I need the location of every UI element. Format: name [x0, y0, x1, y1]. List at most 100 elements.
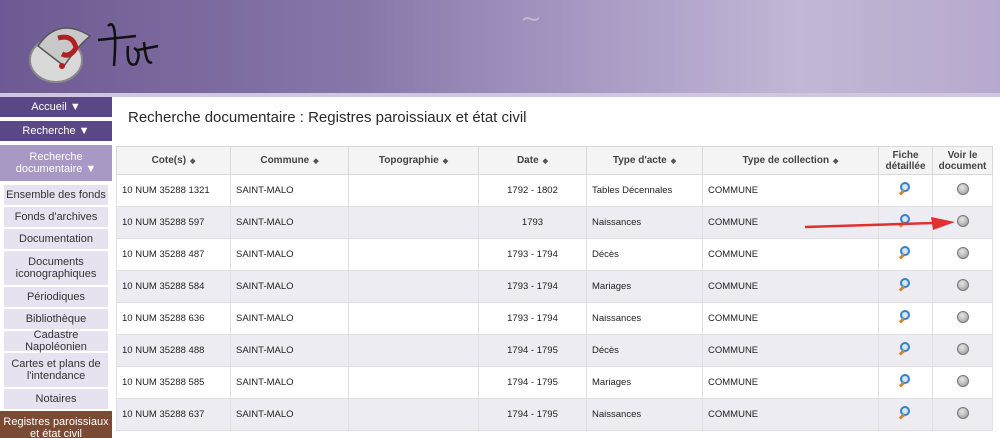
sidebar-item-cartes-plans[interactable]: Cartes et plans de l'intendance — [0, 353, 112, 389]
cell-cote: 10 NUM 35288 488 — [116, 334, 231, 367]
cell-fiche — [878, 366, 933, 399]
magnifier-icon[interactable] — [898, 374, 913, 388]
cell-type-acte: Mariages — [586, 366, 703, 399]
sidebar-item-periodiques[interactable]: Périodiques — [0, 287, 112, 309]
view-document-icon[interactable] — [956, 279, 969, 291]
magnifier-icon[interactable] — [898, 310, 913, 324]
cell-type-acte: Tables Décennales — [586, 174, 703, 207]
sort-icon[interactable]: ◆ — [833, 156, 838, 167]
cell-topographie — [348, 206, 479, 239]
annotation-arrow — [805, 217, 955, 230]
sidebar-item-notaires[interactable]: Notaires — [0, 389, 112, 411]
sidebar-item-documentation[interactable]: Documentation — [0, 229, 112, 251]
column-header-topographie[interactable]: Topographie ◆ — [348, 146, 479, 175]
column-header-type-collection[interactable]: Type de collection ◆ — [702, 146, 879, 175]
column-header-type-acte[interactable]: Type d'acte ◆ — [586, 146, 703, 175]
cell-topographie — [348, 174, 479, 207]
sidebar-item-registres-paroissiaux[interactable]: Registres paroissiaux et état civil — [0, 411, 112, 438]
cell-topographie — [348, 334, 479, 367]
cell-type-acte: Décès — [586, 238, 703, 271]
results-table: Cote(s) ◆ Commune ◆ Topographie ◆ Date ◆ Typ… — [116, 146, 993, 431]
cell-type-acte: Naissances — [586, 206, 703, 239]
cell-date: 1794 - 1795 — [478, 366, 587, 399]
sidebar-item-fonds-archives[interactable]: Fonds d'archives — [0, 207, 112, 229]
table-row: 10 NUM 35288 488 SAINT-MALO 1794 - 1795 Déc… — [116, 334, 993, 367]
sort-icon[interactable]: ◆ — [443, 156, 448, 167]
view-document-icon[interactable] — [956, 215, 969, 227]
column-header-date[interactable]: Date ◆ — [478, 146, 587, 175]
cell-fiche — [878, 398, 933, 431]
cell-date: 1794 - 1795 — [478, 398, 587, 431]
view-document-icon[interactable] — [956, 343, 969, 355]
cell-voir — [932, 174, 993, 207]
cell-cote: 10 NUM 35288 637 — [116, 398, 231, 431]
view-document-icon[interactable] — [956, 247, 969, 259]
cell-type-collection: COMMUNE — [702, 270, 879, 303]
cell-voir — [932, 398, 993, 431]
cell-type-acte: Naissances — [586, 302, 703, 335]
cell-fiche — [878, 302, 933, 335]
sort-icon[interactable]: ◆ — [543, 156, 548, 167]
sidebar-nav: Accueil ▼ Recherche ▼ Recherche document… — [0, 97, 112, 438]
cell-topographie — [348, 270, 479, 303]
column-header-fiche: Fiche détaillée — [878, 146, 933, 175]
cell-type-collection: COMMUNE — [702, 174, 879, 207]
cell-voir — [932, 238, 993, 271]
view-document-icon[interactable] — [956, 183, 969, 195]
magnifier-icon[interactable] — [898, 246, 913, 260]
cell-type-acte: Mariages — [586, 270, 703, 303]
cell-date: 1794 - 1795 — [478, 334, 587, 367]
sort-icon[interactable]: ◆ — [671, 156, 676, 167]
cell-type-collection: COMMUNE — [702, 302, 879, 335]
table-row: 10 NUM 35288 487 SAINT-MALO 1793 - 1794 Déc… — [116, 238, 993, 271]
cell-topographie — [348, 398, 479, 431]
cell-cote: 10 NUM 35288 487 — [116, 238, 231, 271]
cell-date: 1793 - 1794 — [478, 238, 587, 271]
thot-logo[interactable] — [18, 6, 188, 90]
column-header-voir: Voir le document — [932, 146, 993, 175]
cell-commune: SAINT-MALO — [230, 270, 349, 303]
sidebar-item-recherche[interactable]: Recherche ▼ — [0, 121, 112, 145]
sidebar-item-recherche-documentaire[interactable]: Recherche documentaire ▼ — [0, 145, 112, 185]
cell-type-collection: COMMUNE — [702, 334, 879, 367]
view-document-icon[interactable] — [956, 407, 969, 419]
cell-type-acte: Naissances — [586, 398, 703, 431]
sidebar-item-cadastre[interactable]: Cadastre Napoléonien — [0, 329, 112, 353]
magnifier-icon[interactable] — [898, 278, 913, 292]
cell-type-collection: COMMUNE — [702, 238, 879, 271]
magnifier-icon[interactable] — [898, 342, 913, 356]
sidebar-item-bibliotheque[interactable]: Bibliothèque — [0, 309, 112, 331]
results-table-container: Cote(s) ◆ Commune ◆ Topographie ◆ Date ◆ Typ… — [116, 146, 993, 431]
cell-cote: 10 NUM 35288 636 — [116, 302, 231, 335]
sort-icon[interactable]: ◆ — [313, 156, 318, 167]
sort-icon[interactable]: ◆ — [190, 156, 195, 167]
table-row: 10 NUM 35288 584 SAINT-MALO 1793 - 1794 Mar… — [116, 270, 993, 303]
cell-commune: SAINT-MALO — [230, 302, 349, 335]
cell-fiche — [878, 334, 933, 367]
sidebar-item-accueil[interactable]: Accueil ▼ — [0, 97, 112, 121]
cell-type-acte: Décès — [586, 334, 703, 367]
cell-voir — [932, 302, 993, 335]
cell-commune: SAINT-MALO — [230, 366, 349, 399]
header-banner: ~ — [0, 0, 1000, 96]
cell-type-collection: COMMUNE — [702, 398, 879, 431]
cell-topographie — [348, 366, 479, 399]
cell-cote: 10 NUM 35288 585 — [116, 366, 231, 399]
sidebar-item-ensemble-des-fonds[interactable]: Ensemble des fonds — [0, 185, 112, 207]
magnifier-icon[interactable] — [898, 406, 913, 420]
cell-fiche — [878, 174, 933, 207]
table-body: 10 NUM 35288 1321 SAINT-MALO 1792 - 1802 Ta… — [116, 174, 993, 431]
column-header-commune[interactable]: Commune ◆ — [230, 146, 349, 175]
view-document-icon[interactable] — [956, 311, 969, 323]
cell-cote: 10 NUM 35288 597 — [116, 206, 231, 239]
view-document-icon[interactable] — [956, 375, 969, 387]
cell-fiche — [878, 270, 933, 303]
cell-commune: SAINT-MALO — [230, 398, 349, 431]
magnifier-icon[interactable] — [898, 182, 913, 196]
cell-commune: SAINT-MALO — [230, 206, 349, 239]
column-header-cote[interactable]: Cote(s) ◆ — [116, 146, 231, 175]
banner-decoration: ~ — [520, 4, 542, 34]
table-row: 10 NUM 35288 637 SAINT-MALO 1794 - 1795 Nai… — [116, 398, 993, 431]
sidebar-item-documents-iconographiques[interactable]: Documents iconographiques — [0, 251, 112, 287]
table-header-row: Cote(s) ◆ Commune ◆ Topographie ◆ Date ◆ Typ… — [116, 146, 993, 175]
